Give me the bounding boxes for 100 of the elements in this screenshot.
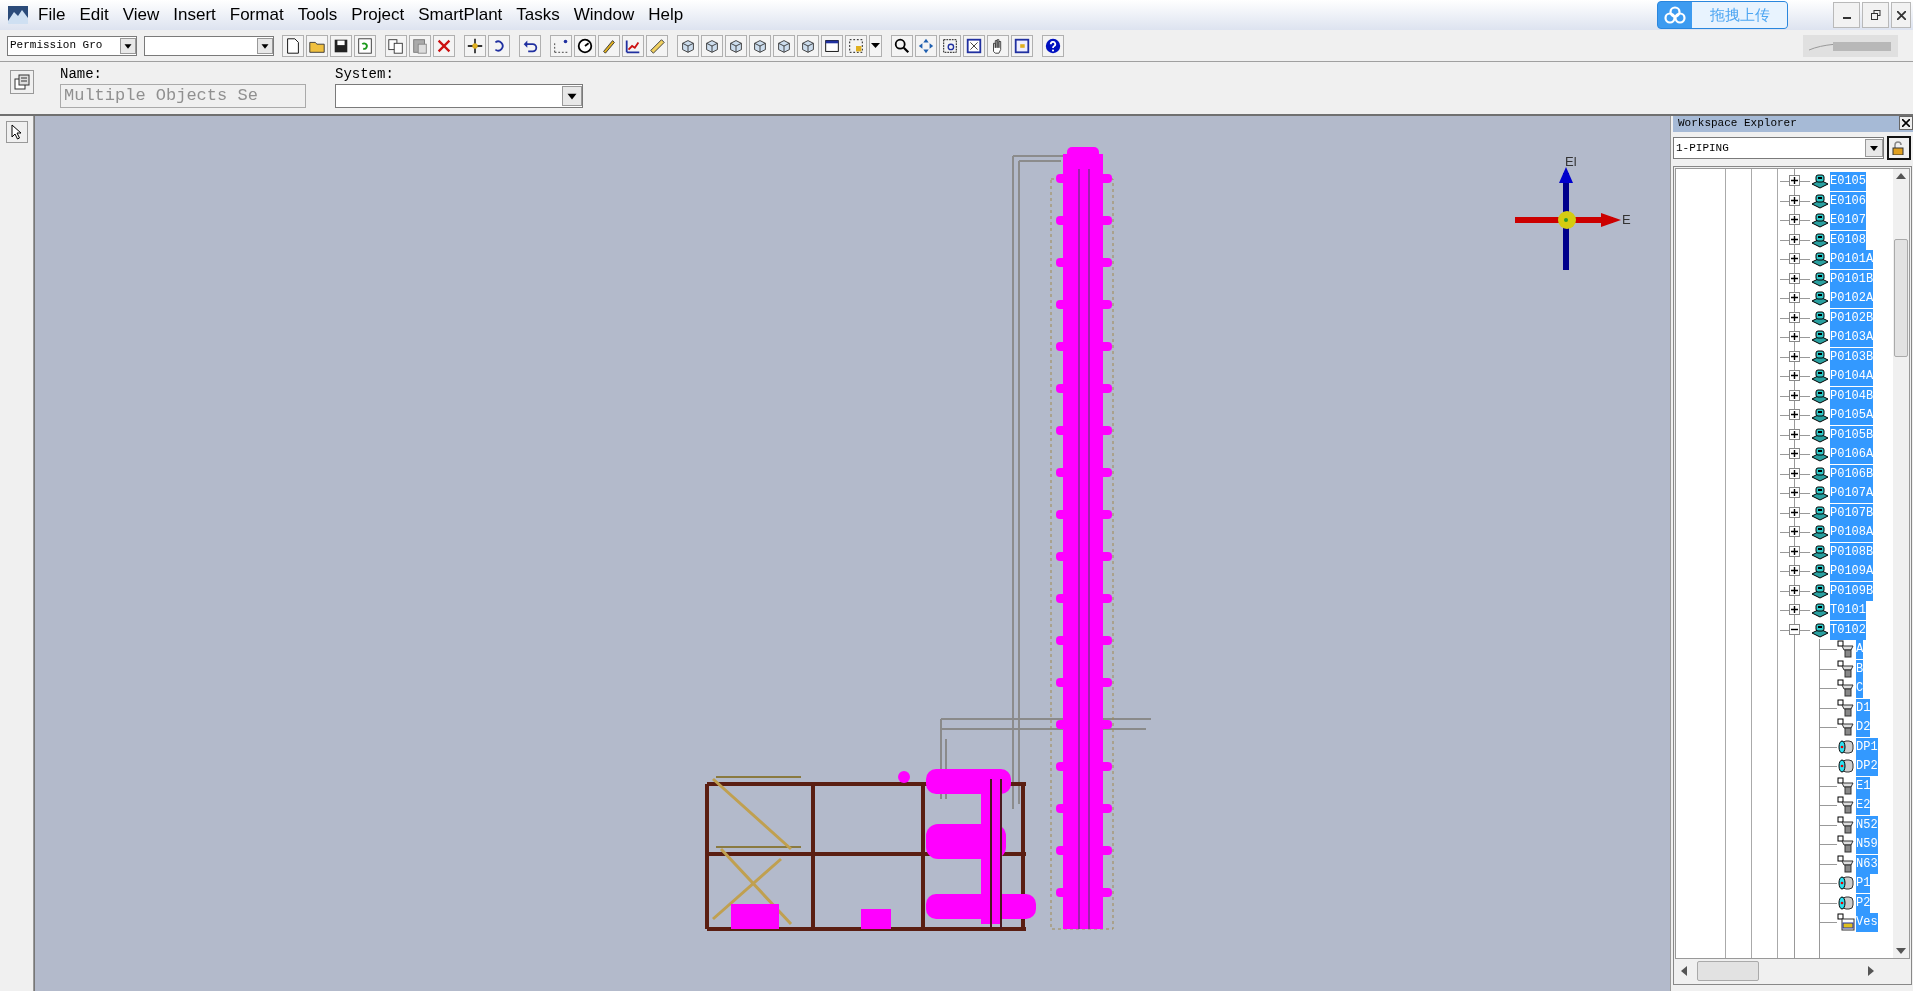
menu-item[interactable]: Help <box>641 3 691 27</box>
expand-button[interactable] <box>1789 292 1800 303</box>
tree-item[interactable]: T0102 <box>1830 620 1866 640</box>
scrollbar-thumb[interactable] <box>1894 239 1908 357</box>
tree-item[interactable]: P0105A <box>1830 406 1874 425</box>
scroll-right-icon[interactable] <box>1868 966 1874 976</box>
toolbar-button[interactable] <box>797 34 819 57</box>
tree-item[interactable]: P0102A <box>1830 289 1874 308</box>
tree-item[interactable]: E0108 <box>1830 230 1866 250</box>
collapse-button[interactable] <box>1789 623 1800 635</box>
expand-button[interactable] <box>1789 584 1800 596</box>
permission-group-dropdown[interactable]: Permission Gro <box>7 35 137 56</box>
toolbar-button[interactable] <box>1011 34 1033 57</box>
expand-button[interactable] <box>1789 311 1800 323</box>
expand-button[interactable] <box>1789 467 1800 479</box>
expand-button[interactable] <box>1789 448 1800 459</box>
toolbar-button[interactable] <box>701 34 723 57</box>
tree-item[interactable]: N59 <box>1856 835 1878 854</box>
expand-button[interactable] <box>1789 506 1800 518</box>
toolbar-button[interactable] <box>330 34 352 57</box>
expand-button[interactable] <box>1789 272 1800 284</box>
toolbar-button[interactable] <box>574 34 596 57</box>
toolbar-button[interactable] <box>869 34 882 57</box>
scrollbar-thumb[interactable] <box>1697 961 1759 981</box>
dropdown[interactable] <box>144 35 274 56</box>
scroll-up-icon[interactable] <box>1896 173 1906 179</box>
menu-item[interactable]: Window <box>566 3 642 27</box>
close-button[interactable] <box>1891 2 1911 28</box>
toolbar-button[interactable] <box>354 34 376 57</box>
tree-item[interactable]: P0109A <box>1830 562 1874 581</box>
tree-item[interactable]: E0105 <box>1830 172 1866 191</box>
restore-button[interactable] <box>1862 2 1889 28</box>
tree-item[interactable]: P0104B <box>1830 386 1874 406</box>
tree-item[interactable]: P0108B <box>1830 542 1874 562</box>
toolbar-button[interactable] <box>773 34 795 57</box>
close-button[interactable] <box>1899 116 1913 130</box>
expand-button[interactable] <box>1789 409 1800 420</box>
expand-button[interactable] <box>1789 331 1800 342</box>
tree-item[interactable]: P0106B <box>1830 464 1874 484</box>
tree-item[interactable]: T0101 <box>1830 601 1866 620</box>
toolbar-button[interactable] <box>749 34 771 57</box>
tree-item[interactable]: E1 <box>1856 776 1871 796</box>
tree-item[interactable]: P0101A <box>1830 250 1874 269</box>
menu-item[interactable]: View <box>115 3 167 27</box>
menu-item[interactable]: SmartPlant <box>411 3 510 27</box>
expand-button[interactable] <box>1789 526 1800 537</box>
system-dropdown[interactable] <box>335 84 583 108</box>
toolbar-button[interactable] <box>821 34 843 57</box>
expand-button[interactable] <box>1789 253 1800 264</box>
properties-button[interactable] <box>10 70 34 94</box>
tree-item[interactable]: P0105B <box>1830 425 1874 445</box>
tree-item[interactable]: A <box>1856 640 1864 659</box>
expand-button[interactable] <box>1789 194 1800 206</box>
expand-button[interactable] <box>1789 389 1800 401</box>
menu-item[interactable]: Format <box>222 3 291 27</box>
toolbar-button[interactable] <box>845 34 867 57</box>
tree-item[interactable]: P0107B <box>1830 503 1874 523</box>
tree-item[interactable]: P2 <box>1856 893 1871 913</box>
toolbar-button[interactable] <box>519 34 541 57</box>
tree-item[interactable]: P0104A <box>1830 367 1874 386</box>
tree-item[interactable]: P0106A <box>1830 445 1874 464</box>
tree-item[interactable]: E0106 <box>1830 191 1866 211</box>
expand-button[interactable] <box>1789 428 1800 440</box>
expand-button[interactable] <box>1789 487 1800 498</box>
menu-item[interactable]: Insert <box>166 3 223 27</box>
tree-item[interactable]: D2 <box>1856 718 1871 737</box>
scroll-left-icon[interactable] <box>1681 966 1687 976</box>
toolbar-button[interactable] <box>282 34 304 57</box>
scroll-down-icon[interactable] <box>1896 948 1906 954</box>
tree-item[interactable]: P0107A <box>1830 484 1874 503</box>
toolbar-button[interactable] <box>1042 34 1064 57</box>
expand-button[interactable] <box>1789 604 1800 615</box>
toolbar-button[interactable] <box>385 34 407 57</box>
expand-button[interactable] <box>1789 545 1800 557</box>
tree-item[interactable]: P0103B <box>1830 347 1874 367</box>
expand-button[interactable] <box>1789 233 1800 245</box>
toolbar-button[interactable] <box>677 34 699 57</box>
tree-item[interactable]: N63 <box>1856 854 1878 874</box>
expand-button[interactable] <box>1789 370 1800 381</box>
tree-item[interactable]: E2 <box>1856 796 1871 815</box>
toolbar-button[interactable] <box>464 34 486 57</box>
menu-item[interactable]: Edit <box>72 3 116 27</box>
vertical-scrollbar[interactable] <box>1893 169 1909 958</box>
3d-view-canvas[interactable]: El E <box>34 116 1670 991</box>
tree-item[interactable]: DP2 <box>1856 757 1878 776</box>
upload-button[interactable]: 拖拽上传 <box>1657 1 1788 29</box>
tree-item[interactable]: P0103A <box>1830 328 1874 347</box>
tree-item[interactable]: D1 <box>1856 698 1871 718</box>
toolbar-button[interactable] <box>891 34 913 57</box>
tree-item[interactable]: P0101B <box>1830 269 1874 289</box>
tree-item[interactable]: E0107 <box>1830 211 1866 230</box>
tree-item[interactable]: DP1 <box>1856 737 1878 757</box>
tree-item[interactable]: Ves <box>1856 913 1878 932</box>
tree-item[interactable]: P0109B <box>1830 581 1874 601</box>
tree-item[interactable]: P1 <box>1856 874 1871 893</box>
filter-dropdown[interactable]: 1-PIPING <box>1673 137 1884 159</box>
tree-item[interactable]: P0108A <box>1830 523 1874 542</box>
expand-button[interactable] <box>1789 350 1800 362</box>
tree-item[interactable]: B <box>1856 659 1864 679</box>
menu-item[interactable]: File <box>31 3 73 27</box>
